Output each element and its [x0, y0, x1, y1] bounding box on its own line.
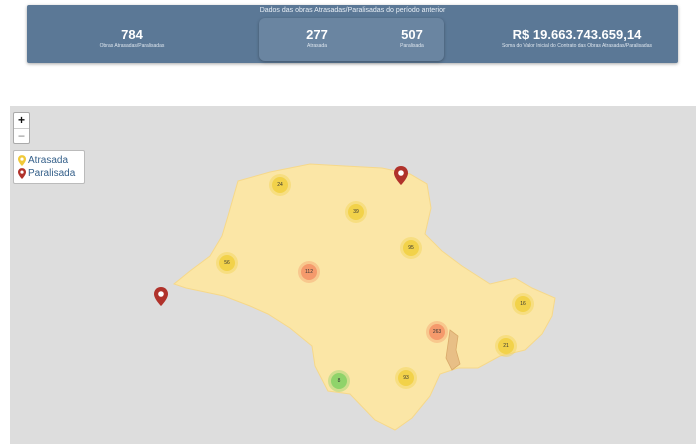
stat-total-obras: 784 Obras Atrasadas/Paralisadas: [67, 27, 197, 50]
stat-atrasada-label: Atrasada: [306, 43, 327, 49]
map-container[interactable]: [10, 106, 696, 444]
map-pin-paralisada[interactable]: [394, 166, 408, 185]
map-cluster-95[interactable]: 95: [403, 240, 419, 256]
map-cluster-56[interactable]: 56: [219, 255, 235, 271]
legend-label-atrasada: Atrasada: [28, 154, 69, 166]
stat-total-label: Obras Atrasadas/Paralisadas: [99, 43, 165, 49]
map-cluster-263[interactable]: 263: [429, 324, 445, 340]
zoom-control: + −: [13, 112, 30, 144]
map-legend: Atrasada Paralisada: [13, 150, 85, 184]
map-cluster-39[interactable]: 39: [348, 204, 364, 220]
stat-atrasada-value: 277: [306, 27, 328, 42]
legend-item-paralisada: Paralisada: [18, 167, 75, 179]
map-cluster-93[interactable]: 93: [398, 370, 414, 386]
map-cluster-21[interactable]: 21: [498, 338, 514, 354]
pin-red-icon: [18, 167, 26, 179]
pin-yellow-icon: [18, 154, 26, 166]
map-cluster-112[interactable]: 112: [301, 264, 317, 280]
stat-valor-label: Soma do Valor Inicial do Contrato das Ob…: [502, 43, 652, 49]
stat-valor-contrato: R$ 19.663.743.659,14 Soma do Valor Inici…: [487, 27, 667, 50]
zoom-in-button[interactable]: +: [14, 113, 29, 129]
stat-total-value: 784: [121, 27, 143, 42]
legend-label-paralisada: Paralisada: [28, 167, 76, 179]
stat-paralisada-value: 507: [401, 27, 423, 42]
map-cluster-24[interactable]: 24: [272, 177, 288, 193]
stat-paralisada-label: Paralisada: [400, 43, 424, 49]
stat-valor-value: R$ 19.663.743.659,14: [512, 27, 642, 42]
legend-item-atrasada: Atrasada: [18, 154, 68, 166]
map-cluster-8[interactable]: 8: [331, 373, 347, 389]
stat-paralisada[interactable]: 507 Paralisada: [367, 27, 457, 50]
zoom-out-button[interactable]: −: [14, 129, 29, 144]
map-pin-paralisada[interactable]: [154, 287, 168, 306]
summary-title: Dados das obras Atrasadas/Paralisadas do…: [259, 7, 446, 14]
state-map-shape: [172, 163, 556, 431]
map-cluster-16[interactable]: 16: [515, 296, 531, 312]
stat-atrasada[interactable]: 277 Atrasada: [282, 27, 352, 50]
summary-panel: Dados das obras Atrasadas/Paralisadas do…: [27, 5, 678, 63]
